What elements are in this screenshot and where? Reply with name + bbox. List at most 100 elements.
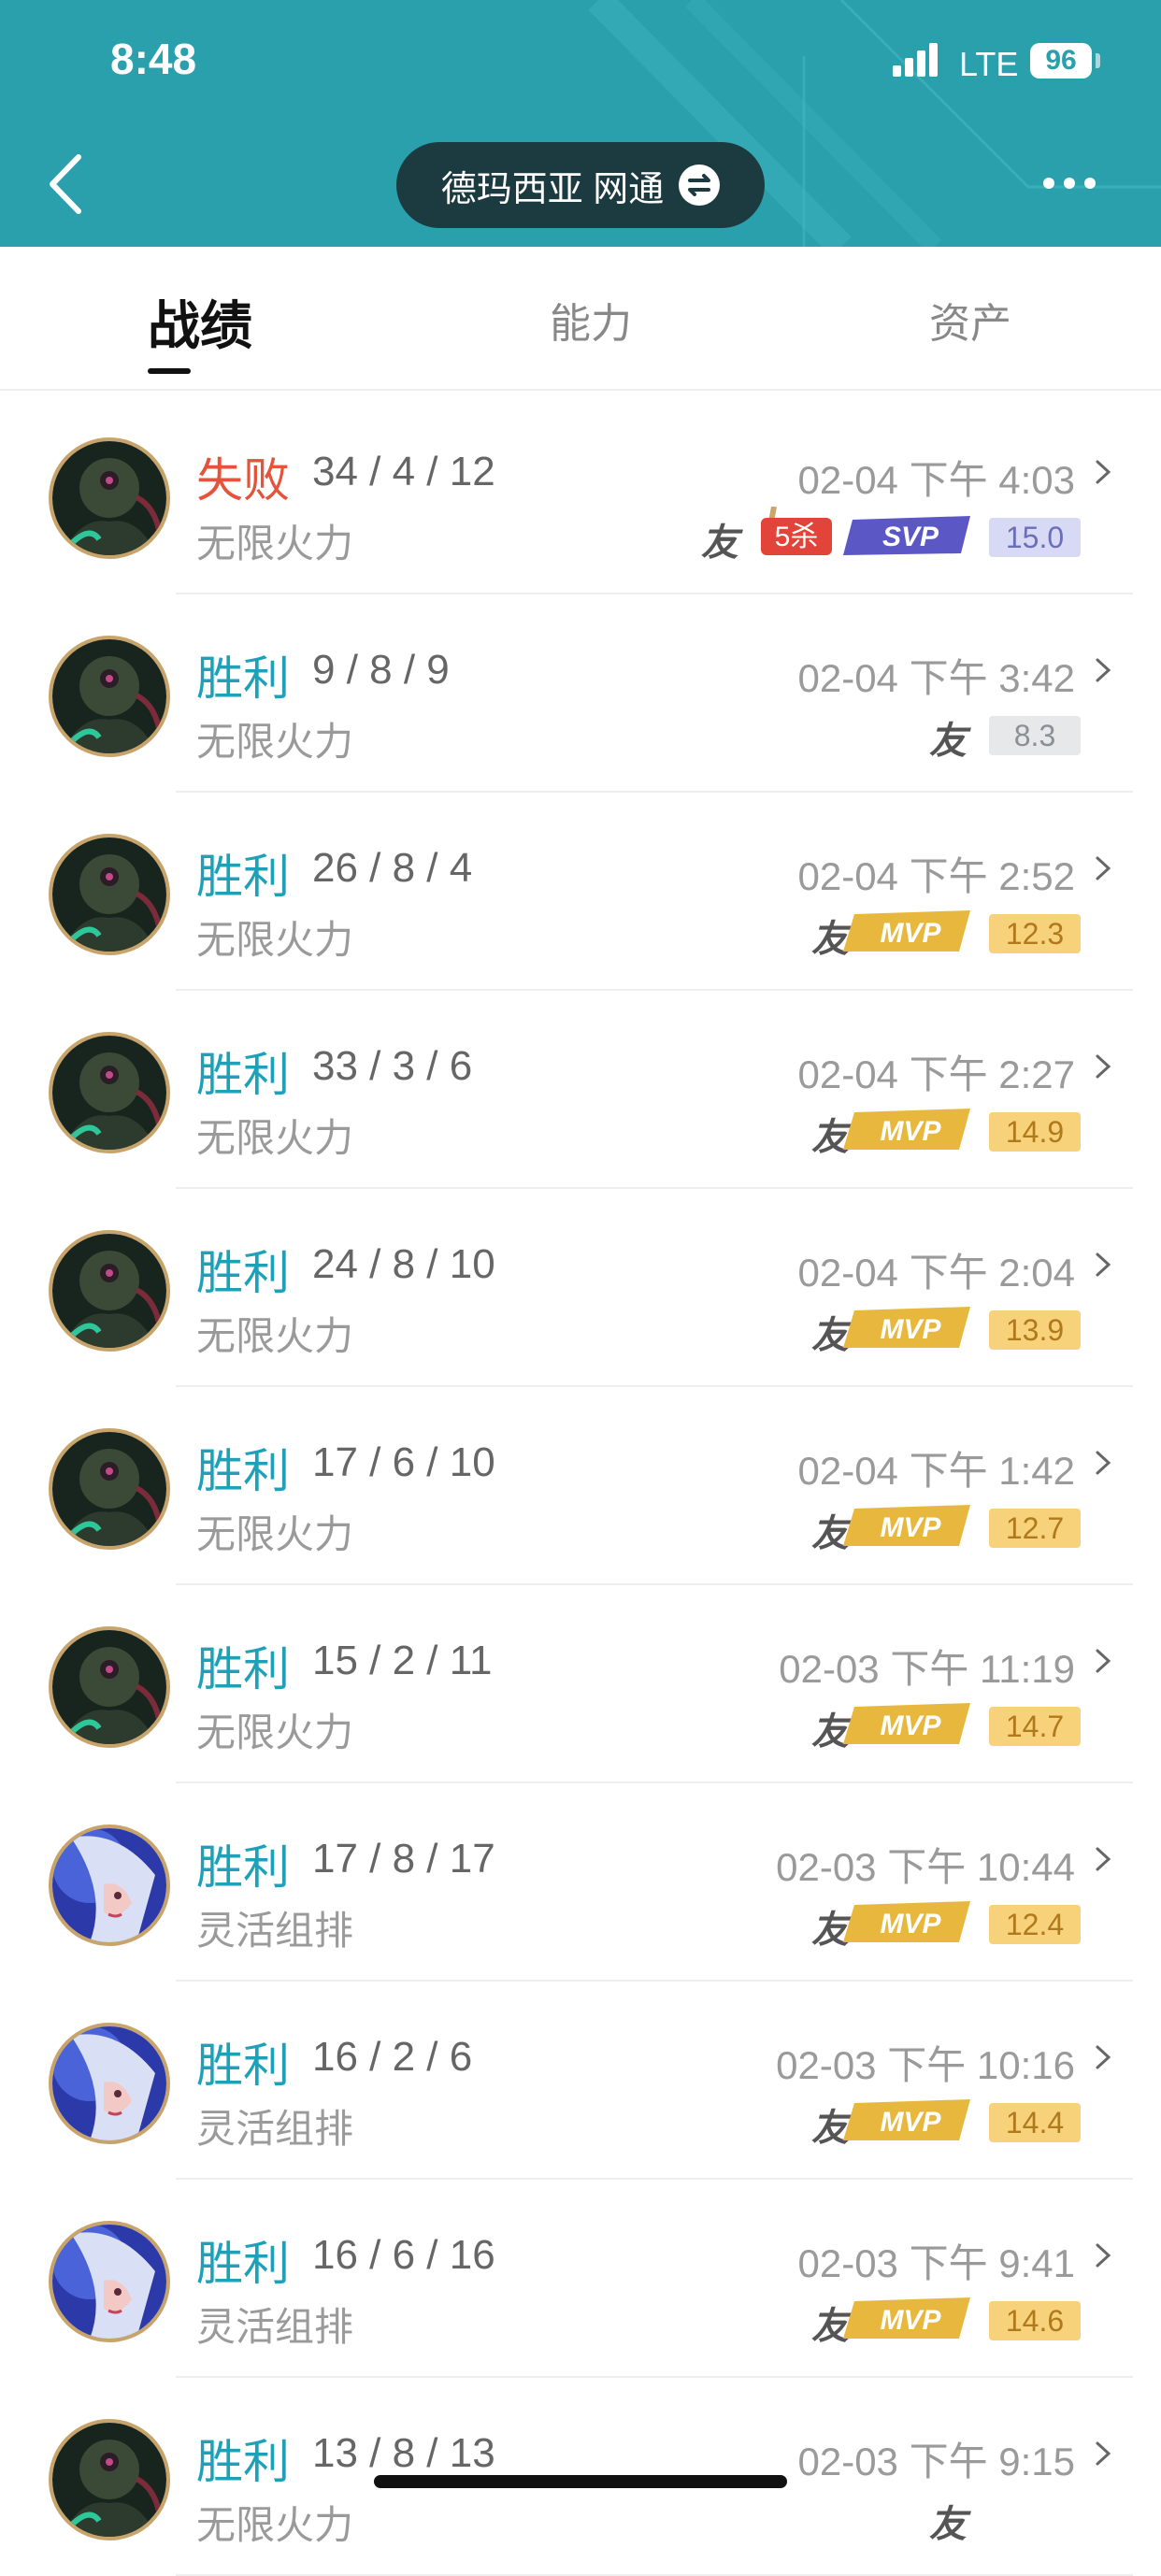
divider (0, 389, 1161, 391)
champion-avatar (49, 2419, 170, 2540)
match-row[interactable]: 胜利 17 / 6 / 10 无限火力 02-04 下午 1:42 友 MVP … (0, 1387, 1161, 1585)
svg-text:MVP: MVP (880, 1116, 941, 1147)
match-row[interactable]: 胜利 17 / 8 / 17 灵活组排 02-03 下午 10:44 友 MVP… (0, 1783, 1161, 1982)
friend-badge: 友 (701, 522, 738, 564)
chevron-right-icon (1096, 1451, 1111, 1475)
match-mode: 无限火力 (196, 918, 354, 962)
match-mode: 无限火力 (196, 1314, 354, 1358)
home-indicator (374, 2475, 787, 2488)
chevron-right-icon (1096, 1649, 1111, 1673)
match-result: 失败 (196, 454, 290, 507)
svp-badge: SVP (843, 512, 970, 559)
match-score: 14.6 (989, 2301, 1081, 2340)
match-kda: 17 / 8 / 17 (312, 1836, 495, 1882)
match-mode: 灵活组排 (196, 2305, 354, 2349)
friend-badge: 友 (929, 721, 967, 762)
match-row[interactable]: 胜利 26 / 8 / 4 无限火力 02-04 下午 2:52 友 MVP 1… (0, 793, 1161, 991)
chevron-right-icon (1096, 1054, 1111, 1079)
swap-icon (679, 165, 721, 206)
network-type: LTE (959, 45, 1019, 83)
svg-text:MVP: MVP (880, 1909, 941, 1939)
match-score: 12.7 (989, 1509, 1081, 1548)
mvp-badge: MVP (843, 2296, 970, 2342)
match-result: 胜利 (196, 851, 290, 903)
match-result: 胜利 (196, 2436, 290, 2488)
match-row[interactable]: 胜利 15 / 2 / 11 无限火力 02-03 下午 11:19 友 MVP… (0, 1585, 1161, 1783)
match-score: 12.3 (989, 914, 1081, 953)
svg-text:MVP: MVP (880, 1314, 941, 1345)
chevron-right-icon (1096, 2243, 1111, 2268)
match-time: 02-04 下午 2:04 (797, 1251, 1075, 1295)
champion-avatar (49, 1032, 170, 1153)
match-score: 15.0 (989, 518, 1081, 557)
match-mode: 灵活组排 (196, 1909, 354, 1953)
battery-tip (1096, 53, 1100, 68)
match-result: 胜利 (196, 1643, 290, 1696)
match-row[interactable]: 胜利 16 / 6 / 16 灵活组排 02-03 下午 9:41 友 MVP … (0, 2180, 1161, 2378)
tab-active-indicator (148, 368, 191, 374)
penta-kill-badge: 5杀 (748, 506, 832, 559)
match-mode: 无限火力 (196, 1116, 354, 1160)
server-switch-button[interactable]: 德玛西亚 网通 (396, 142, 765, 228)
match-kda: 33 / 3 / 6 (312, 1043, 473, 1089)
match-kda: 16 / 2 / 6 (312, 2034, 473, 2080)
match-row[interactable]: 胜利 9 / 8 / 9 无限火力 02-04 下午 3:42 友 8.3 (0, 594, 1161, 793)
match-kda: 16 / 6 / 16 (312, 2232, 495, 2278)
match-row[interactable]: 胜利 33 / 3 / 6 无限火力 02-04 下午 2:27 友 MVP 1… (0, 991, 1161, 1189)
match-mode: 无限火力 (196, 1512, 354, 1556)
match-kda: 15 / 2 / 11 (312, 1638, 493, 1683)
match-kda: 34 / 4 / 12 (312, 449, 495, 494)
match-mode: 无限火力 (196, 1710, 354, 1754)
mvp-badge: MVP (843, 1305, 970, 1352)
svg-text:MVP: MVP (880, 1710, 941, 1741)
champion-avatar (49, 2221, 170, 2342)
match-time: 02-03 下午 9:41 (797, 2241, 1075, 2285)
chevron-right-icon (1096, 1252, 1111, 1277)
match-mode: 无限火力 (196, 2503, 354, 2547)
tab-assets[interactable]: 资产 (929, 290, 1011, 350)
match-score: 12.4 (989, 1905, 1081, 1944)
match-result: 胜利 (196, 2238, 290, 2290)
tab-record[interactable]: 战绩 (148, 284, 252, 360)
mvp-badge: MVP (843, 1503, 970, 1550)
tab-bar: 战绩 能力 资产 (0, 247, 1161, 391)
match-time: 02-03 下午 10:16 (776, 2043, 1075, 2087)
mvp-badge: MVP (843, 1107, 970, 1153)
match-mode: 无限火力 (196, 522, 354, 565)
match-time: 02-04 下午 3:42 (797, 656, 1075, 700)
svg-text:MVP: MVP (880, 2305, 941, 2336)
more-options-icon[interactable] (1043, 178, 1096, 189)
header: 8:48 LTE 96 德玛西亚 网通 (0, 0, 1161, 247)
mvp-badge: MVP (843, 909, 970, 955)
mvp-badge: MVP (843, 1701, 970, 1748)
back-arrow-icon[interactable] (43, 151, 88, 217)
chevron-right-icon (1096, 2441, 1111, 2466)
match-result: 胜利 (196, 652, 290, 705)
svg-text:SVP: SVP (882, 522, 939, 552)
signal-icon (893, 43, 938, 77)
match-result: 胜利 (196, 1841, 290, 1894)
tab-ability[interactable]: 能力 (550, 290, 632, 350)
champion-avatar (49, 437, 170, 559)
svg-text:MVP: MVP (880, 1512, 941, 1543)
match-row[interactable]: 失败 34 / 4 / 12 无限火力 02-04 下午 4:03 友 5杀 S… (0, 396, 1161, 594)
champion-avatar (49, 1428, 170, 1550)
champion-avatar (49, 1626, 170, 1748)
match-time: 02-03 下午 9:15 (797, 2440, 1075, 2483)
match-row[interactable]: 胜利 24 / 8 / 10 无限火力 02-04 下午 2:04 友 MVP … (0, 1189, 1161, 1387)
match-kda: 26 / 8 / 4 (312, 845, 473, 891)
match-kda: 24 / 8 / 10 (312, 1241, 495, 1287)
champion-avatar (49, 1230, 170, 1352)
champion-avatar (49, 636, 170, 757)
match-mode: 无限火力 (196, 720, 354, 764)
match-result: 胜利 (196, 2039, 290, 2092)
match-kda: 17 / 6 / 10 (312, 1439, 495, 1485)
server-label: 德玛西亚 网通 (440, 169, 665, 209)
battery-level: 96 (1030, 43, 1092, 79)
chevron-right-icon (1096, 460, 1111, 484)
match-row[interactable]: 胜利 16 / 2 / 6 灵活组排 02-03 下午 10:16 友 MVP … (0, 1982, 1161, 2180)
mvp-badge: MVP (843, 1899, 970, 1946)
match-time: 02-03 下午 11:19 (779, 1647, 1075, 1691)
svg-text:MVP: MVP (880, 918, 941, 949)
chevron-right-icon (1096, 2045, 1111, 2069)
